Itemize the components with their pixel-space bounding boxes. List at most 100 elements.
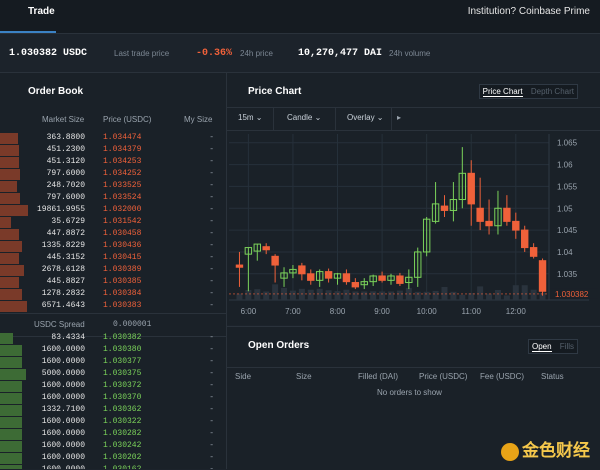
candle-body[interactable]	[476, 207, 484, 222]
price: 1.034379	[103, 145, 142, 154]
bid-row[interactable]: 1600.0000 1.030202 -	[0, 453, 226, 465]
volume-bar	[441, 287, 448, 300]
play-icon[interactable]: ▸	[397, 113, 401, 122]
market-size: 451.2300	[46, 145, 85, 154]
my-size: -	[209, 393, 214, 402]
candle-body[interactable]	[521, 229, 529, 249]
ask-row[interactable]: 447.8872 1.030458 -	[0, 229, 226, 241]
my-size: -	[209, 145, 214, 154]
candle-body[interactable]	[529, 247, 538, 257]
price: 1.030242	[103, 441, 142, 450]
chevron-down-icon: ⌄	[314, 113, 322, 122]
interval-select[interactable]: 15m ⌄	[238, 113, 263, 122]
price-chart-title: Price Chart	[248, 86, 302, 97]
y-tick-label: 1.05	[557, 204, 573, 213]
bid-row[interactable]: 5000.0000 1.030375 -	[0, 369, 226, 381]
toolbar-divider	[335, 108, 336, 130]
my-size: -	[209, 241, 214, 250]
candle-body[interactable]	[298, 265, 306, 275]
candle-body[interactable]	[485, 220, 493, 227]
chevron-down-icon: ⌄	[376, 113, 384, 122]
volume-bar	[388, 291, 394, 300]
candle-body[interactable]	[503, 207, 511, 222]
tab-open[interactable]: Open	[531, 342, 552, 352]
bid-row[interactable]: 1332.7100 1.030362 -	[0, 405, 226, 417]
ask-row[interactable]: 1335.8229 1.030436 -	[0, 241, 226, 253]
depth-bar	[0, 169, 21, 180]
tab-price-chart[interactable]: Price Chart	[482, 87, 523, 97]
bid-row[interactable]: 1600.0000 1.030242 -	[0, 441, 226, 453]
bid-row[interactable]: 1600.0000 1.030380 -	[0, 345, 226, 357]
col-price: Price (USDC)	[103, 115, 152, 124]
candle-body[interactable]	[512, 220, 520, 231]
my-size: -	[209, 169, 214, 178]
ask-row[interactable]: 797.6000 1.033524 -	[0, 193, 226, 205]
bid-row[interactable]: 1600.0000 1.030282 -	[0, 429, 226, 441]
interval-value: 15m	[238, 113, 254, 122]
bid-row[interactable]: 1600.0000 1.030372 -	[0, 381, 226, 393]
candle-body[interactable]	[440, 205, 449, 211]
volume-bar	[477, 286, 484, 300]
my-size: -	[209, 217, 214, 226]
ask-row[interactable]: 2678.6128 1.030389 -	[0, 265, 226, 277]
tab-fills[interactable]: Fills	[560, 342, 574, 351]
candlestick-chart[interactable]: 1.065 1.06 1.055 1.05 1.045 1.04 1.035 6:00 7:00…	[227, 130, 600, 325]
candle-body[interactable]	[378, 275, 386, 281]
volume-bar	[263, 291, 270, 300]
x-tick-label: 9:00	[374, 307, 390, 316]
candle-body[interactable]	[467, 172, 475, 205]
ask-row[interactable]: 445.3152 1.030415 -	[0, 253, 226, 265]
price: 1.030362	[103, 405, 142, 414]
depth-bar	[0, 193, 21, 204]
volume-bar	[423, 291, 430, 300]
candle-body[interactable]	[324, 271, 333, 279]
candle-body[interactable]	[342, 273, 351, 283]
candle-body[interactable]	[351, 282, 360, 288]
tab-trade[interactable]: Trade	[0, 0, 56, 33]
ask-row[interactable]: 363.8800 1.034474 -	[0, 133, 226, 145]
bid-row[interactable]: 1600.0000 1.030322 -	[0, 417, 226, 429]
product-link[interactable]: Institution? Coinbase Prime	[468, 6, 590, 17]
my-size: -	[209, 181, 214, 190]
candle-body[interactable]	[396, 275, 404, 284]
market-size: 83.4334	[51, 333, 85, 342]
ask-row[interactable]: 248.7020 1.033525 -	[0, 181, 226, 193]
volume-bar	[343, 289, 350, 300]
price: 1.032000	[103, 205, 142, 214]
candle-body[interactable]	[235, 264, 244, 268]
volume-bar	[414, 291, 421, 300]
candle-body[interactable]	[538, 260, 547, 292]
ask-row[interactable]: 797.6000 1.034252 -	[0, 169, 226, 181]
col-my-size: My Size	[184, 115, 213, 124]
ask-row[interactable]: 35.6729 1.031542 -	[0, 217, 226, 229]
ask-row[interactable]: 451.2300 1.034379 -	[0, 145, 226, 157]
empty-orders-message: No orders to show	[377, 388, 442, 397]
chevron-down-icon: ⌄	[255, 113, 263, 122]
candle-body[interactable]	[271, 255, 279, 266]
candle-body[interactable]	[262, 246, 270, 251]
volume-bar	[521, 285, 528, 300]
bid-row[interactable]: 1600.0000 1.030162 -	[0, 465, 226, 469]
ask-row[interactable]: 1278.2832 1.030384 -	[0, 289, 226, 301]
ask-row[interactable]: 451.3120 1.034253 -	[0, 157, 226, 169]
price: 1.034253	[103, 157, 142, 166]
ask-row[interactable]: 6571.4643 1.030383 -	[0, 301, 226, 313]
ask-row[interactable]: 445.8827 1.030385 -	[0, 277, 226, 289]
price: 1.033524	[103, 193, 142, 202]
market-size: 1600.0000	[41, 453, 85, 462]
tab-depth-chart[interactable]: Depth Chart	[531, 87, 574, 96]
depth-bar	[0, 229, 19, 240]
price: 1.030372	[103, 381, 142, 390]
bid-row[interactable]: 1600.0000 1.030377 -	[0, 357, 226, 369]
bid-row[interactable]: 1600.0000 1.030370 -	[0, 393, 226, 405]
price-change-24h: -0.36%	[196, 48, 233, 59]
price: 1.033525	[103, 181, 142, 190]
bid-row[interactable]: 83.4334 1.030382 -	[0, 333, 226, 345]
candle-body[interactable]	[307, 273, 315, 281]
chart-style-select[interactable]: Candle ⌄	[287, 113, 321, 122]
col-market-size: Market Size	[42, 115, 85, 124]
depth-bar	[0, 205, 28, 216]
overlay-select[interactable]: Overlay ⌄	[347, 113, 384, 122]
ask-row[interactable]: 19861.9955 1.032000 -	[0, 205, 226, 217]
x-tick-label: 8:00	[330, 307, 346, 316]
